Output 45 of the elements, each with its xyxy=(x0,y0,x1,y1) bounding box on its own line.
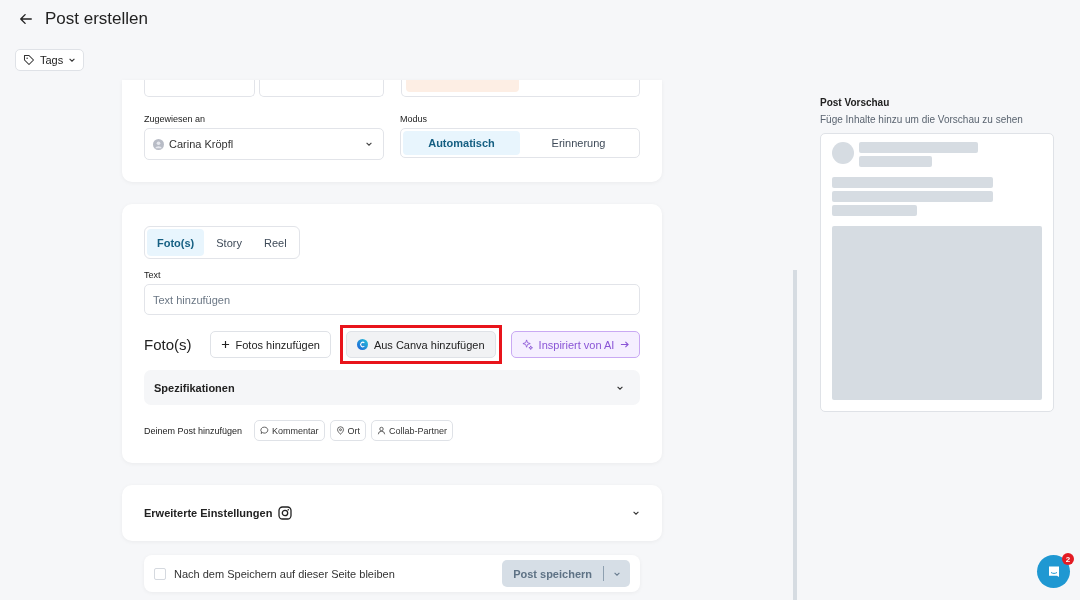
mode-option[interactable]: Automatisch xyxy=(403,131,520,155)
post-type-tab[interactable]: Reel xyxy=(253,229,297,256)
speech-bubble-icon xyxy=(260,426,270,435)
add-photo-button[interactable]: Inspiriert von AI xyxy=(510,331,641,359)
add-to-post-label: Deinem Post hinzufügen xyxy=(144,425,243,436)
mode-option[interactable]: Erinnerung xyxy=(520,131,637,155)
post-type-tab[interactable]: Story xyxy=(206,229,252,256)
preview-title: Post Vorschau xyxy=(820,97,891,108)
chevron-down-icon xyxy=(68,56,77,64)
assignee-select[interactable]: Carina Kröpfl xyxy=(144,128,384,160)
field-label: Text xyxy=(144,270,162,282)
tag-icon xyxy=(23,54,35,66)
circle-logo-icon xyxy=(356,339,368,351)
avatar-placeholder xyxy=(832,142,854,164)
chevron-down-icon xyxy=(365,140,373,148)
input-field[interactable] xyxy=(259,80,384,97)
chat-icon xyxy=(1046,564,1061,579)
scrollbar[interactable] xyxy=(793,270,797,600)
add-option-chip[interactable]: Ort xyxy=(329,420,367,441)
camera-icon xyxy=(278,506,293,520)
avatar-icon xyxy=(153,138,164,150)
add-photo-button[interactable]: Fotos hinzufügen xyxy=(209,331,331,359)
tags-button[interactable]: Tags xyxy=(15,49,85,71)
field-label: Zugewiesen an xyxy=(144,114,207,126)
add-option-chip[interactable]: Kommentar xyxy=(254,420,325,441)
back-arrow-icon[interactable] xyxy=(19,12,33,26)
notification-badge: 2 xyxy=(1062,553,1074,565)
checkbox-label: Nach dem Speichern auf dieser Seite bleiben xyxy=(174,567,395,580)
sparkle-icon xyxy=(521,339,533,351)
add-photo-button[interactable]: Aus Canva hinzufügen xyxy=(345,331,496,359)
person-icon xyxy=(377,426,387,435)
add-option-chip[interactable]: Collab-Partner xyxy=(371,420,454,441)
post-type-tab[interactable]: Foto(s) xyxy=(147,229,205,256)
location-pin-icon xyxy=(335,426,345,435)
specifications-accordion[interactable]: Spezifikationen xyxy=(144,370,640,405)
text-input[interactable]: Text hinzufügen xyxy=(144,284,640,316)
input-field[interactable] xyxy=(144,80,256,97)
advanced-settings-accordion[interactable]: Erweiterte Einstellungen xyxy=(122,485,662,541)
photos-label: Foto(s) xyxy=(144,336,192,354)
input-field[interactable] xyxy=(400,80,640,97)
arrow-right-icon xyxy=(620,340,630,350)
plus-icon xyxy=(220,340,230,350)
field-label: Modus xyxy=(400,114,428,126)
page-title: Post erstellen xyxy=(45,9,148,29)
preview-hint: Füge Inhalte hinzu um die Vorschau zu sehen xyxy=(820,114,1024,125)
